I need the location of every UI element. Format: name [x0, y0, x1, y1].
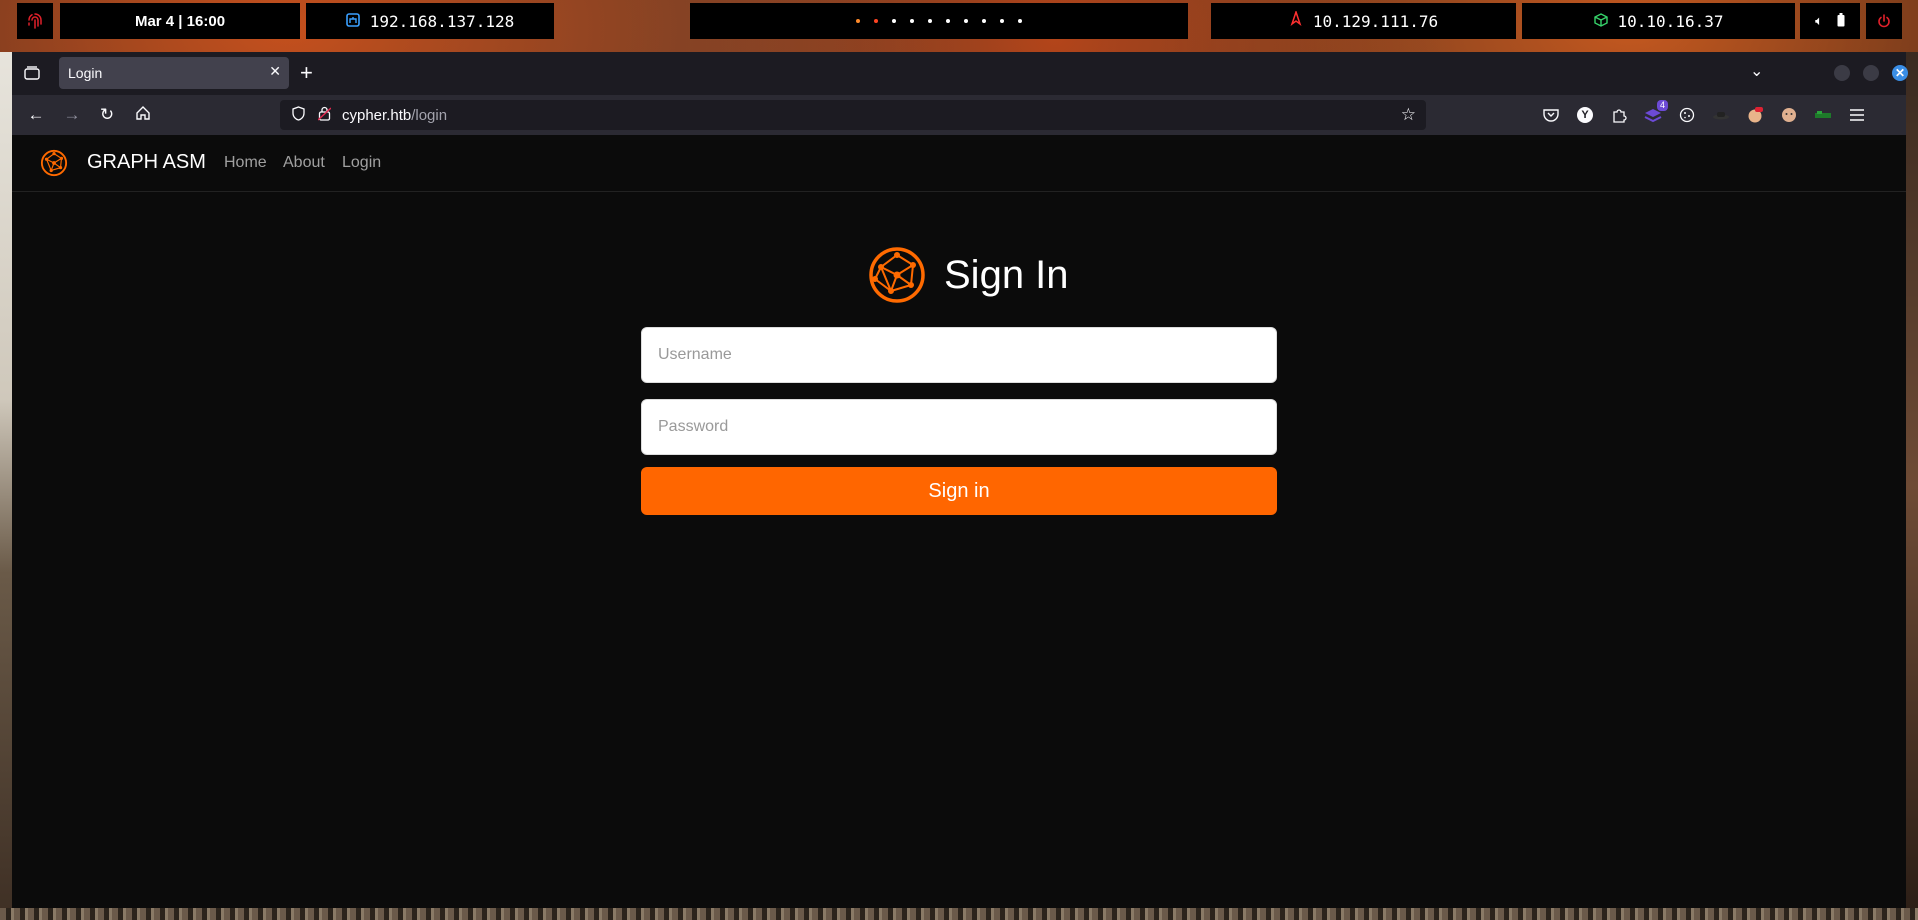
shield-icon[interactable] [290, 106, 306, 124]
graph-logo-icon [869, 247, 925, 303]
nav-link-home[interactable]: Home [224, 154, 267, 172]
vpn-ip-text: 10.10.16.37 [1617, 11, 1724, 31]
tab-list-button[interactable] [20, 61, 44, 85]
browser-window: Login ✕ + ⌄ ✕ ← → ↻ cypher.htb/login ☆ Y… [12, 52, 1908, 908]
workspace-dot-10[interactable] [1018, 19, 1022, 23]
arrow-left-icon: ← [27, 105, 45, 124]
vpn-ip-widget[interactable]: 10.10.16.37 [1522, 3, 1795, 39]
workspace-dot-5[interactable] [928, 19, 932, 23]
datetime-text: Mar 4 | 16:00 [134, 12, 226, 30]
close-icon: ✕ [1894, 66, 1906, 80]
local-ip-widget[interactable]: 192.168.137.128 [306, 3, 554, 39]
arrow-right-icon: → [63, 105, 81, 124]
target-ip-text: 10.129.111.76 [1312, 11, 1439, 31]
extension-badge: 4 [1656, 100, 1668, 111]
bookmark-star-icon[interactable]: ☆ [1401, 105, 1416, 125]
power-icon [1878, 14, 1890, 28]
workspace-dot-1[interactable] [856, 19, 860, 23]
site-navbar: GRAPH ASM Home About Login [12, 135, 1906, 192]
nav-link-about[interactable]: About [283, 154, 325, 172]
network-icon [345, 12, 360, 31]
home-icon [136, 106, 150, 120]
puzzle-extensions-icon[interactable] [1608, 104, 1630, 126]
tray-widget: 🔈︎ [1800, 3, 1860, 39]
login-header: Sign In [867, 244, 1069, 306]
yandex-icon[interactable]: Y [1574, 104, 1596, 126]
target-icon [1289, 9, 1303, 31]
address-bar[interactable]: cypher.htb/login ☆ [280, 100, 1426, 130]
wallpaper-bottom-edge [0, 908, 1918, 920]
nav-link-login[interactable]: Login [342, 154, 381, 172]
workspace-switcher[interactable] [690, 3, 1188, 39]
power-button[interactable] [1866, 3, 1902, 39]
maximize-window-button[interactable] [1863, 65, 1879, 81]
pocket-icon[interactable] [1540, 104, 1562, 126]
cookie-icon[interactable] [1676, 104, 1698, 126]
workspace-dot-2[interactable] [874, 19, 878, 23]
minimize-window-button[interactable] [1834, 65, 1850, 81]
local-ip-text: 192.168.137.128 [369, 11, 515, 31]
workspace-dot-3[interactable] [892, 19, 896, 23]
forward-button[interactable]: → [62, 105, 82, 125]
workspace-dot-4[interactable] [910, 19, 914, 23]
back-button[interactable]: ← [26, 105, 46, 125]
web-page: GRAPH ASM Home About Login Sign In Sign … [12, 135, 1906, 908]
green-extension-icon[interactable] [1812, 104, 1834, 126]
plus-icon: + [300, 60, 313, 85]
page-title: Sign In [944, 252, 1069, 297]
wappalyzer-icon[interactable]: 4 [1642, 100, 1668, 126]
hamburger-menu-icon[interactable] [1846, 104, 1868, 126]
vpn-cube-icon [1593, 12, 1608, 31]
datetime-widget[interactable]: Mar 4 | 16:00 [60, 3, 300, 39]
hat-extension-icon[interactable] [1710, 104, 1732, 126]
tab-login[interactable]: Login ✕ [59, 57, 289, 89]
fingerprint-menu-button[interactable] [17, 3, 53, 39]
target-ip-widget[interactable]: 10.129.111.76 [1211, 3, 1516, 39]
reload-button[interactable]: ↻ [97, 105, 117, 125]
password-input[interactable] [641, 399, 1277, 455]
extensions-area: Y 4 [1540, 100, 1868, 126]
tab-title: Login [68, 65, 103, 81]
list-all-tabs-button[interactable]: ⌄ [1750, 61, 1763, 81]
url-path: /login [411, 106, 448, 124]
workspace-dot-9[interactable] [1000, 19, 1004, 23]
tab-list-icon [24, 66, 40, 80]
username-input[interactable] [641, 327, 1277, 383]
wallpaper-right-edge [1906, 52, 1918, 920]
chevron-down-icon: ⌄ [1750, 63, 1764, 80]
wallpaper-left-edge [0, 52, 12, 920]
workspace-dots [856, 19, 1022, 23]
tab-bar: Login ✕ + ⌄ ✕ [12, 52, 1908, 95]
url-host: cypher.htb [342, 106, 412, 124]
close-window-button[interactable]: ✕ [1892, 65, 1908, 81]
sign-in-button[interactable]: Sign in [641, 467, 1277, 515]
workspace-dot-7[interactable] [964, 19, 968, 23]
fingerprint-icon [28, 13, 42, 29]
close-tab-icon[interactable]: ✕ [269, 63, 281, 80]
insecure-lock-icon[interactable] [316, 106, 332, 124]
face-extension-icon[interactable] [1778, 104, 1800, 126]
navigation-toolbar: ← → ↻ cypher.htb/login ☆ Y 4 [12, 95, 1906, 135]
workspace-dot-6[interactable] [946, 19, 950, 23]
reload-icon: ↻ [99, 105, 115, 124]
volume-icon[interactable]: 🔈︎ [1815, 13, 1823, 29]
site-brand[interactable]: GRAPH ASM [87, 151, 206, 174]
battery-icon[interactable] [1837, 12, 1845, 30]
system-top-bar: Mar 4 | 16:00 192.168.137.128 10.129.111… [0, 0, 1918, 42]
avatar-extension-icon[interactable] [1744, 104, 1766, 126]
workspace-dot-8[interactable] [982, 19, 986, 23]
new-tab-button[interactable]: + [300, 62, 313, 84]
home-button[interactable] [133, 105, 153, 125]
graph-logo-icon[interactable] [40, 149, 68, 177]
